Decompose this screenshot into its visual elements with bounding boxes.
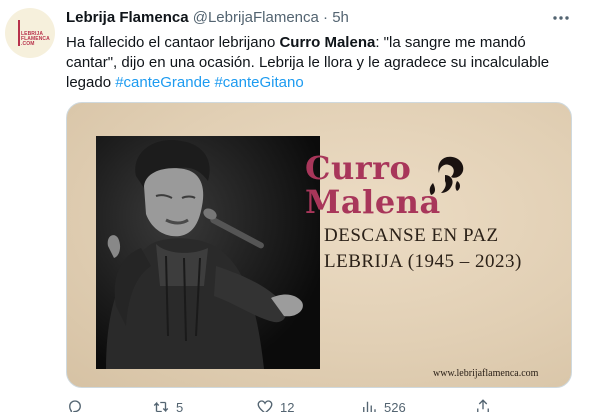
media-website: www.lebrijaflamenca.com <box>433 368 539 379</box>
retweet-count: 5 <box>176 399 184 412</box>
tweet-actions: 5 12 526 <box>66 398 496 412</box>
separator-dot: · <box>323 9 329 26</box>
views-button[interactable]: 526 <box>360 398 406 412</box>
singer-photo <box>96 136 320 369</box>
tweet-media-image[interactable]: Curro Malena DESCANSE EN PAZ LEBRIJA (19… <box>66 102 572 388</box>
share-icon <box>477 399 489 412</box>
media-title-line-2: Malena <box>305 183 441 221</box>
tweet-header: Lebrija Flamenca @LebrijaFlamenca · 5h <box>66 9 349 27</box>
tweet[interactable]: LEBRIJA FLAMENCA .COM Lebrija Flamenca @… <box>0 0 589 412</box>
reply-button[interactable] <box>66 398 90 412</box>
display-name[interactable]: Lebrija Flamenca <box>66 9 189 26</box>
views-icon <box>363 401 376 412</box>
views-count: 526 <box>384 399 406 412</box>
media-subtitle: DESCANSE EN PAZ <box>324 225 499 246</box>
tweet-text-bold: Curro Malena <box>279 34 376 51</box>
avatar-logo-bar <box>18 20 20 46</box>
retweet-icon <box>153 401 169 412</box>
hashtag-cante-gitano[interactable]: #canteGitano <box>214 74 303 91</box>
avatar-logo-line-3: .COM <box>21 41 35 48</box>
timestamp[interactable]: 5h <box>332 9 349 26</box>
more-icon[interactable] <box>551 9 571 27</box>
tweet-text-part-1: Ha fallecido el cantaor lebrijano <box>66 34 280 51</box>
like-count: 12 <box>280 399 295 412</box>
user-handle[interactable]: @LebrijaFlamenca <box>193 9 319 26</box>
media-title: Curro Malena <box>305 151 441 219</box>
like-button[interactable]: 12 <box>256 398 294 412</box>
like-icon <box>257 400 273 412</box>
avatar[interactable]: LEBRIJA FLAMENCA .COM <box>5 8 55 58</box>
avatar-logo-text: LEBRIJA FLAMENCA .COM <box>21 31 51 48</box>
tweet-text: Ha fallecido el cantaor lebrijano Curro … <box>66 33 571 93</box>
media-title-line-1: Curro <box>305 149 412 187</box>
share-button[interactable] <box>474 398 492 412</box>
flame-logo-icon <box>425 153 471 199</box>
retweet-button[interactable]: 5 <box>152 398 183 412</box>
media-years: LEBRIJA (1945 – 2023) <box>324 251 522 272</box>
reply-icon <box>69 400 81 412</box>
hashtag-cante-grande[interactable]: #canteGrande <box>115 74 210 91</box>
